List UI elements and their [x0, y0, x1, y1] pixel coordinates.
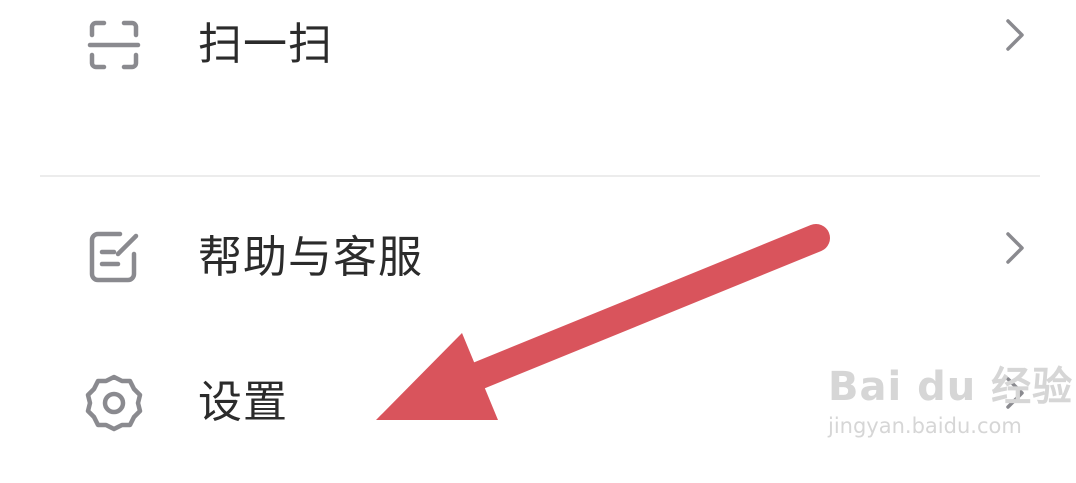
- menu-item-label: 设置: [198, 377, 288, 428]
- menu-item-scan[interactable]: 扫一扫: [0, 15, 1076, 125]
- chevron-right-icon: [1006, 19, 1024, 51]
- watermark-brand: Bai du 经验: [828, 364, 1074, 410]
- gear-icon: [85, 374, 143, 432]
- chevron-right-icon: [1006, 232, 1024, 264]
- menu-item-label: 扫一扫: [198, 19, 333, 70]
- menu-item-label: 帮助与客服: [198, 232, 423, 283]
- baidu-jingyan-watermark: Bai du 经验 jingyan.baidu.com: [828, 350, 1072, 450]
- divider: [40, 175, 1040, 177]
- watermark-url: jingyan.baidu.com: [828, 414, 1022, 438]
- scan-icon: [87, 20, 141, 70]
- menu-item-help[interactable]: 帮助与客服: [0, 228, 1076, 338]
- help-edit-icon: [89, 231, 139, 283]
